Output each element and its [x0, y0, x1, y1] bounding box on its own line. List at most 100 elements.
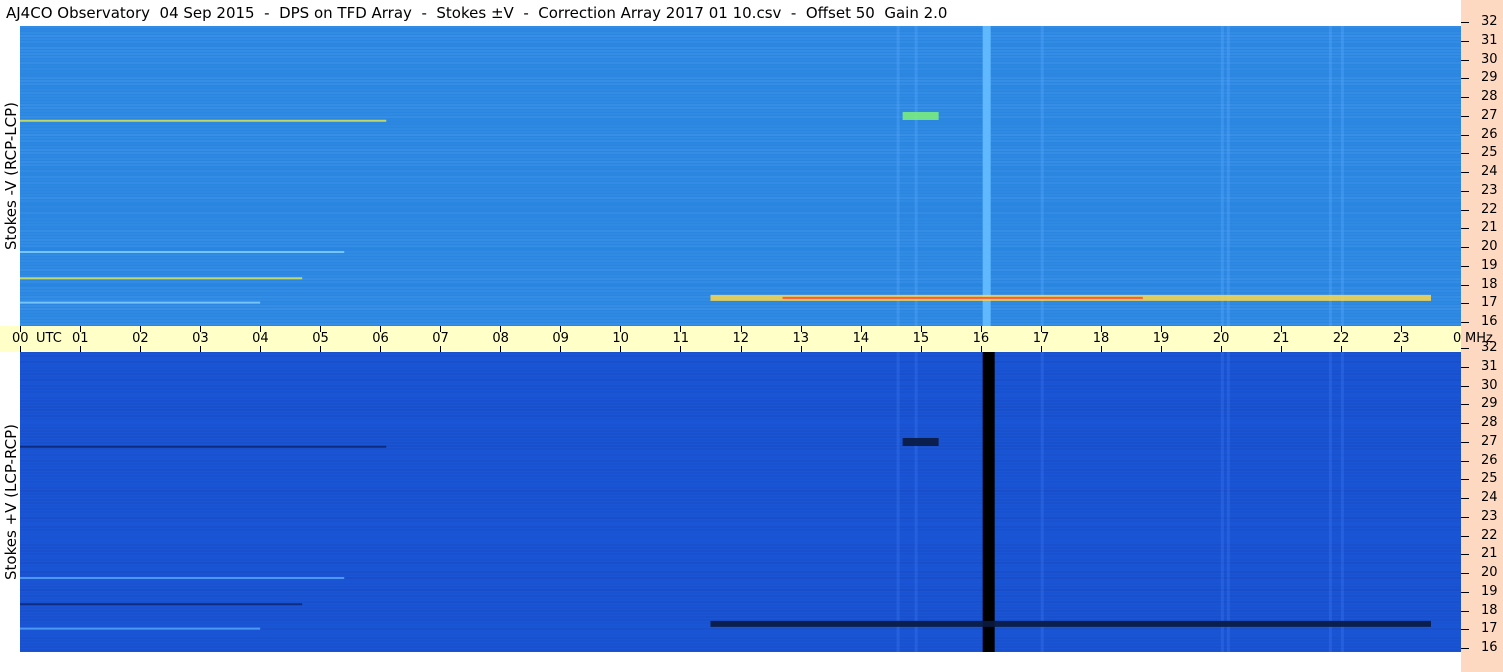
freq-tick-label: 31 [1481, 32, 1498, 48]
freq-tick-label: 17 [1481, 621, 1498, 637]
freq-tick-label: 23 [1481, 182, 1498, 198]
freq-tick [1461, 479, 1469, 481]
sporadic-line [20, 445, 387, 448]
bottom-panel-ylabel: Stokes +V (LCP-RCP) [2, 424, 20, 580]
freq-tick [1461, 441, 1469, 443]
freq-tick [1461, 190, 1469, 192]
freq-tick-label: 17 [1481, 295, 1498, 311]
freq-tick-label: 18 [1481, 276, 1498, 292]
freq-tick [1461, 610, 1469, 612]
freq-tick [1461, 366, 1469, 368]
time-tick-label: 00 [12, 331, 29, 346]
heatmap-texture [20, 26, 1461, 326]
heatmap-feature-2 [902, 112, 939, 120]
freq-tick-label: 32 [1481, 340, 1498, 355]
sporadic-line [20, 251, 345, 253]
freq-tick [1461, 134, 1469, 136]
time-tick-label: 04 [252, 331, 269, 346]
sporadic-line [20, 277, 303, 280]
time-tick-label: 19 [1152, 331, 1170, 346]
freq-tick [1461, 40, 1469, 42]
freq-tick [1461, 535, 1469, 537]
freq-tick [1461, 97, 1469, 98]
bottom-strip [0, 652, 1461, 672]
freq-tick-label: 25 [1481, 145, 1498, 161]
time-tick-label: 08 [492, 331, 509, 346]
heatmap-feature-1 [710, 620, 1431, 627]
sporadic-line [20, 627, 261, 630]
time-tick-label: 03 [192, 331, 209, 346]
heatmap-feature-2 [902, 438, 939, 446]
freq-tick-label: 27 [1481, 433, 1498, 449]
freq-tick [1461, 423, 1469, 424]
spectrogram-bottom-panel [20, 352, 1461, 652]
freq-tick-label: 23 [1481, 508, 1498, 524]
freq-tick [1461, 153, 1469, 155]
freq-tick-label: 24 [1481, 490, 1498, 505]
spectrogram-top-svg [20, 26, 1461, 326]
freq-tick-label: 32 [1481, 14, 1498, 29]
freq-tick-label: 29 [1481, 396, 1498, 412]
freq-axis-top: 32 31 30 29 28 27 26 25 24 23 22 21 20 19 18 17 16 [1461, 0, 1503, 329]
freq-tick [1461, 59, 1469, 61]
freq-tick [1461, 284, 1469, 286]
freq-tick [1461, 591, 1469, 593]
time-tick-label: 22 [1332, 331, 1350, 346]
heatmap-feature-0 [982, 26, 991, 326]
freq-tick [1461, 303, 1469, 305]
freq-tick-label: 30 [1481, 377, 1498, 393]
sporadic-line [20, 301, 261, 304]
time-axis: 00 01 02 03 04 05 06 07 08 09 10 11 12 13 14 15 16 17 18 19… [0, 326, 1470, 352]
heatmap-feature-0 [982, 352, 995, 652]
time-tick-label: 18 [1092, 331, 1110, 346]
freq-tick-label: 21 [1481, 546, 1498, 562]
time-tick-label: 02 [132, 331, 149, 346]
time-tick-label: 15 [912, 331, 930, 346]
freq-axis-bottom: 32 31 30 29 28 27 26 25 24 23 22 21 20 19 18 17 16 [1461, 340, 1503, 672]
chart-title: AJ4CO Observatory 04 Sep 2015 - DPS on T… [6, 4, 948, 22]
freq-tick [1461, 385, 1469, 387]
freq-tick-label: 18 [1481, 602, 1498, 618]
time-tick-label: 11 [672, 331, 689, 346]
time-tick-label: 05 [312, 331, 329, 346]
time-tick-label: 14 [852, 331, 870, 346]
freq-tick [1461, 228, 1469, 230]
interference-band-core [782, 296, 1143, 299]
freq-tick [1461, 172, 1469, 173]
sporadic-line [20, 119, 387, 122]
freq-tick-label: 28 [1481, 89, 1498, 104]
time-tick-label: 06 [372, 331, 389, 346]
freq-tick-label: 28 [1481, 415, 1498, 430]
freq-tick [1461, 115, 1469, 117]
freq-tick [1461, 460, 1469, 462]
time-tick-label: 13 [792, 331, 810, 346]
time-tick-label: 07 [432, 331, 449, 346]
spectrogram-bottom-svg [20, 352, 1461, 652]
time-tick-label: 01 [72, 331, 89, 346]
freq-tick [1461, 629, 1469, 631]
freq-tick-label: 30 [1481, 51, 1498, 67]
freq-tick [1461, 516, 1469, 518]
time-tick-label: 20 [1212, 331, 1230, 346]
freq-tick-label: 21 [1481, 220, 1498, 236]
time-tick-label: 17 [1032, 331, 1050, 346]
freq-tick-label: 29 [1481, 70, 1498, 86]
spectrogram-top-panel [20, 26, 1461, 326]
freq-tick [1461, 554, 1469, 556]
freq-tick [1461, 209, 1469, 211]
freq-tick-label: 27 [1481, 107, 1498, 123]
freq-tick-label: 26 [1481, 126, 1498, 142]
freq-tick-label: 25 [1481, 471, 1498, 487]
freq-tick [1461, 322, 1469, 323]
freq-tick [1461, 348, 1469, 349]
time-tick-label: 21 [1272, 331, 1290, 346]
time-tick-label: 16 [972, 331, 990, 346]
freq-tick [1461, 22, 1469, 23]
freq-tick [1461, 265, 1469, 267]
freq-tick [1461, 648, 1469, 649]
time-tick-label: 12 [732, 331, 750, 346]
sporadic-line [20, 577, 345, 579]
freq-tick [1461, 498, 1469, 499]
freq-tick-label: 24 [1481, 164, 1498, 179]
time-tick-label: 10 [612, 331, 629, 346]
